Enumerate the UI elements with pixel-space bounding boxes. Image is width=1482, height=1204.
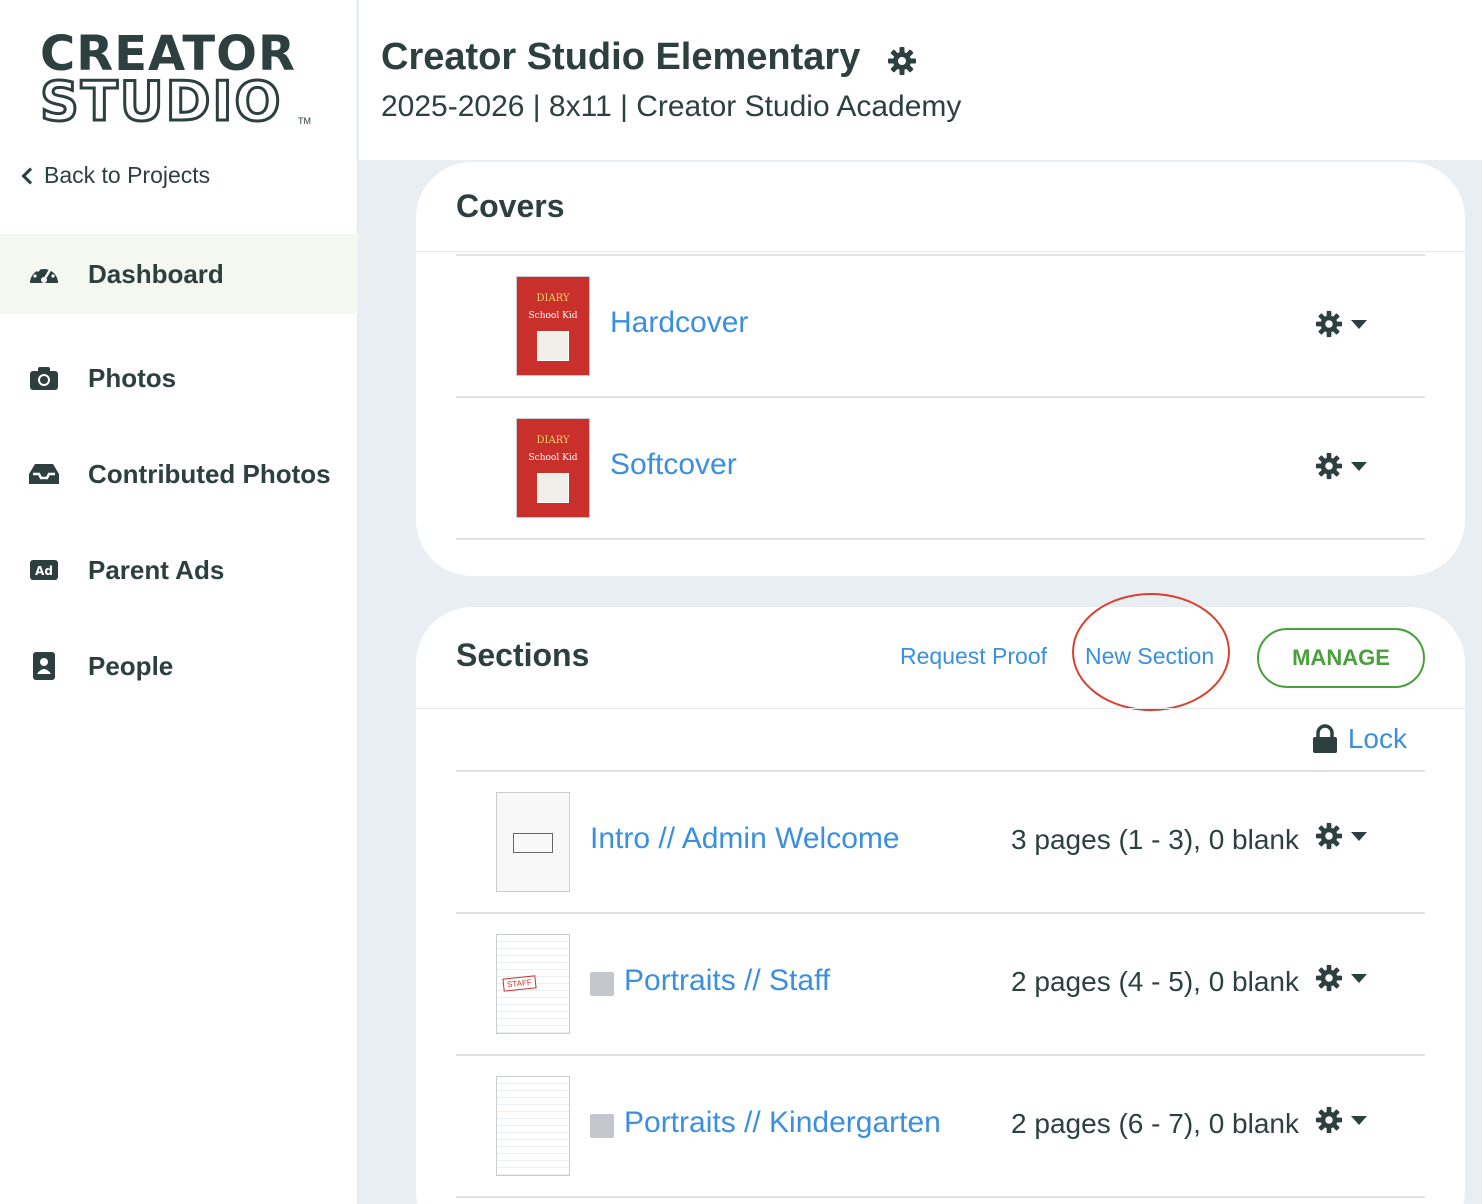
- thumb-illustration: [537, 473, 569, 503]
- cover-row-softcover: DIARY School Kid Softcover: [456, 396, 1425, 538]
- dashboard-gauge-icon: [28, 258, 60, 290]
- covers-title: Covers: [456, 188, 565, 224]
- section-row-staff: STAFF Portraits // Staff 2 pages (4 - 5)…: [456, 912, 1425, 1054]
- person-card-icon: [28, 650, 60, 682]
- caret-down-icon: [1351, 973, 1367, 983]
- sidebar-item-contributed-photos[interactable]: Contributed Photos: [0, 426, 358, 522]
- section-thumbnail[interactable]: [496, 792, 570, 892]
- caret-down-icon: [1351, 1115, 1367, 1125]
- thumb-badge: STAFF: [502, 975, 537, 992]
- cover-thumbnail[interactable]: DIARY School Kid: [516, 418, 590, 518]
- logo-trademark: TM: [298, 116, 311, 126]
- softcover-options-menu[interactable]: [1315, 452, 1367, 480]
- thumb-title: DIARY: [536, 293, 570, 304]
- sidebar-item-people[interactable]: People: [0, 618, 358, 714]
- sidebar-item-photos[interactable]: Photos: [0, 330, 358, 426]
- sidebar-item-label: Contributed Photos: [88, 458, 331, 489]
- hardcover-options-menu[interactable]: [1315, 310, 1367, 338]
- thumb-subtitle: School Kid: [528, 311, 578, 321]
- thumb-title: DIARY: [536, 435, 570, 446]
- section-page-count: 2 pages (6 - 7), 0 blank: [1011, 1108, 1299, 1139]
- gear-icon: [1315, 452, 1343, 480]
- section-thumbnail[interactable]: STAFF: [496, 934, 570, 1034]
- chevron-left-icon: [21, 167, 39, 184]
- section-options-menu[interactable]: [1315, 964, 1367, 992]
- sections-card: Sections Request Proof New Section MANAG…: [416, 593, 1465, 1204]
- sections-title: Sections: [456, 637, 590, 673]
- manage-button[interactable]: MANAGE: [1257, 628, 1425, 688]
- section-row-intro: Intro // Admin Welcome 3 pages (1 - 3), …: [456, 770, 1425, 912]
- section-options-menu[interactable]: [1315, 1106, 1367, 1134]
- cover-row-hardcover: DIARY School Kid Hardcover: [456, 254, 1425, 396]
- gear-icon: [1315, 310, 1343, 338]
- logo-line-2: STUDIO: [39, 70, 283, 133]
- section-page-count: 3 pages (1 - 3), 0 blank: [1011, 824, 1299, 855]
- lock-button[interactable]: Lock: [1312, 723, 1407, 755]
- section-row-kindergarten: Portraits // Kindergarten 2 pages (6 - 7…: [456, 1054, 1425, 1196]
- back-to-projects-link[interactable]: Back to Projects: [20, 162, 210, 189]
- ad-badge-icon: Ad: [28, 554, 60, 586]
- camera-icon: [28, 362, 60, 394]
- portrait-section-icon: [590, 1114, 614, 1138]
- sidebar: CREATOR STUDIO TM Back to Projects Dashb…: [0, 0, 358, 1204]
- sidebar-item-label: Parent Ads: [88, 554, 225, 585]
- gear-icon: [1315, 964, 1343, 992]
- thumb-illustration: [537, 331, 569, 361]
- caret-down-icon: [1351, 319, 1367, 329]
- sidebar-nav: Dashboard Photos Contributed Photos Ad P…: [0, 234, 358, 714]
- thumb-sketch: [513, 833, 553, 853]
- sidebar-item-parent-ads[interactable]: Ad Parent Ads: [0, 522, 358, 618]
- softcover-link[interactable]: Softcover: [610, 448, 737, 482]
- project-header: Creator Studio Elementary 2025-2026 | 8x…: [359, 0, 1482, 160]
- new-section-link[interactable]: New Section: [1085, 643, 1214, 670]
- lock-label: Lock: [1347, 723, 1407, 754]
- section-link[interactable]: Portraits // Staff: [624, 964, 830, 998]
- hardcover-link[interactable]: Hardcover: [610, 306, 748, 340]
- gear-icon: [1315, 822, 1343, 850]
- covers-card: Covers DIARY School Kid Hardcover DIARY …: [416, 162, 1465, 576]
- lock-icon: [1312, 724, 1337, 753]
- project-title: Creator Studio Elementary: [381, 36, 861, 78]
- section-page-count: 2 pages (4 - 5), 0 blank: [1011, 966, 1299, 997]
- caret-down-icon: [1351, 461, 1367, 471]
- project-subtitle: 2025-2026 | 8x11 | Creator Studio Academ…: [381, 90, 962, 123]
- caret-down-icon: [1351, 831, 1367, 841]
- sidebar-item-label: Photos: [88, 362, 177, 393]
- cover-thumbnail[interactable]: DIARY School Kid: [516, 276, 590, 376]
- sidebar-item-dashboard[interactable]: Dashboard: [0, 234, 358, 314]
- thumb-subtitle: School Kid: [528, 453, 578, 463]
- sections-divider: [416, 708, 1465, 709]
- covers-divider: [416, 251, 1465, 252]
- portrait-section-icon: [590, 972, 614, 996]
- sidebar-item-label: People: [88, 650, 174, 681]
- sidebar-item-label: Dashboard: [88, 258, 224, 289]
- gear-icon[interactable]: [887, 46, 917, 81]
- section-link[interactable]: Portraits // Kindergarten: [624, 1106, 941, 1140]
- gear-icon: [1315, 1106, 1343, 1134]
- sections-bottom-divider: [456, 1196, 1425, 1198]
- section-link[interactable]: Intro // Admin Welcome: [590, 822, 900, 856]
- section-options-menu[interactable]: [1315, 822, 1367, 850]
- covers-bottom-divider: [456, 538, 1425, 540]
- request-proof-link[interactable]: Request Proof: [900, 643, 1047, 670]
- section-thumbnail[interactable]: [496, 1076, 570, 1176]
- creator-studio-logo[interactable]: CREATOR STUDIO TM: [39, 30, 320, 133]
- back-to-projects-label: Back to Projects: [44, 162, 211, 188]
- inbox-tray-icon: [28, 458, 60, 490]
- svg-text:Ad: Ad: [35, 564, 53, 578]
